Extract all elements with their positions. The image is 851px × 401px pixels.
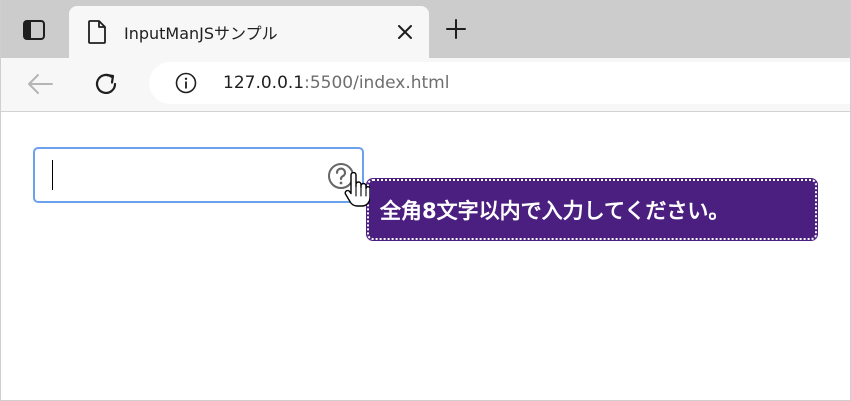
tab-active[interactable]: InputManJSサンプル bbox=[69, 6, 429, 58]
new-tab-button[interactable] bbox=[441, 14, 471, 44]
url-host: 127.0.0.1 bbox=[223, 73, 305, 93]
text-caret bbox=[52, 160, 53, 190]
tab-close-button[interactable] bbox=[391, 18, 419, 46]
browser-window: InputManJSサンプル 127.0.0.1:5500/index.html… bbox=[0, 0, 851, 401]
validation-tooltip: 全角8文字以内で入力してください。 bbox=[366, 178, 818, 241]
file-icon bbox=[88, 20, 106, 44]
reload-button[interactable] bbox=[89, 68, 123, 100]
address-bar[interactable]: 127.0.0.1:5500/index.html bbox=[149, 62, 850, 104]
tab-actions-icon bbox=[23, 20, 45, 40]
back-arrow-icon bbox=[28, 74, 53, 94]
url-path: :5500/index.html bbox=[304, 73, 450, 93]
reload-icon bbox=[95, 73, 117, 95]
text-input[interactable] bbox=[33, 147, 364, 203]
tab-actions-button[interactable] bbox=[13, 14, 55, 46]
page-content bbox=[1, 112, 850, 400]
tab-strip: InputManJSサンプル bbox=[1, 0, 850, 58]
tab-title: InputManJSサンプル bbox=[124, 24, 278, 43]
plus-icon bbox=[446, 19, 466, 39]
back-button[interactable] bbox=[23, 68, 57, 100]
close-icon bbox=[398, 25, 412, 39]
hand-pointer-cursor-icon bbox=[344, 172, 370, 207]
navigation-toolbar: 127.0.0.1:5500/index.html bbox=[1, 58, 850, 112]
url-text[interactable]: 127.0.0.1:5500/index.html bbox=[223, 73, 449, 93]
info-icon[interactable] bbox=[175, 72, 197, 94]
